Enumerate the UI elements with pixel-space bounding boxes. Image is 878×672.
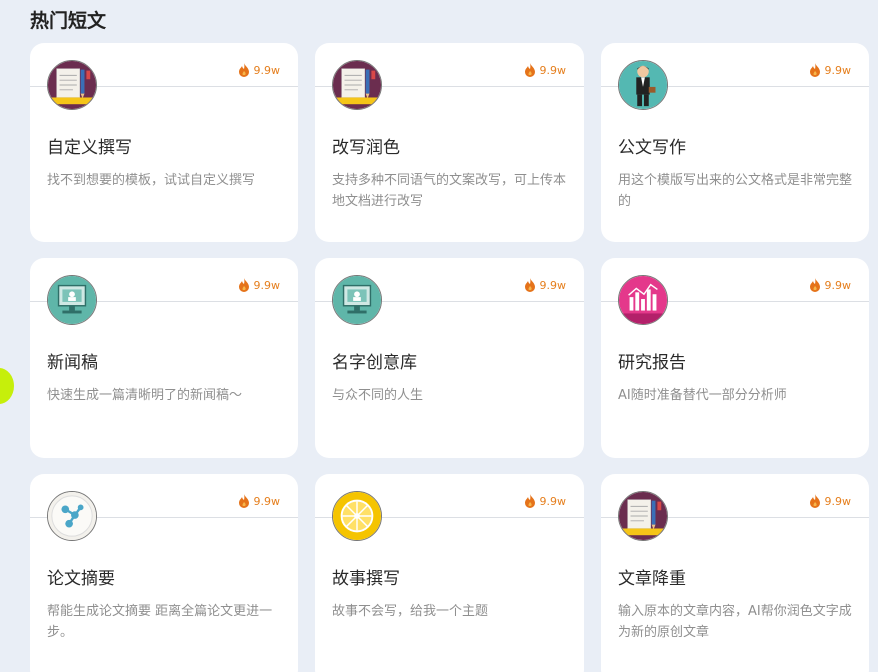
card-description: 支持多种不同语气的文案改写，可上传本地文档进行改写 [332, 173, 567, 209]
card-title: 论文摘要 [47, 569, 115, 589]
popularity-count: 9.9w [539, 494, 567, 508]
card-description: AI随时准备替代一部分分析师 [618, 388, 787, 403]
card-grid: 9.9w 自定义撰写 找不到想要的模板，试试自定义撰写 9.9w 改写润色 支持… [30, 43, 869, 672]
popularity-badge: 9.9w [238, 63, 281, 77]
template-card[interactable]: 9.9w 故事撰写 故事不会写，给我一个主题 [315, 474, 584, 672]
notebook-pen-icon [47, 60, 97, 110]
template-card[interactable]: 9.9w 研究报告 AI随时准备替代一部分分析师 [601, 258, 869, 458]
popularity-badge: 9.9w [238, 494, 281, 508]
notebook-pen-icon [332, 60, 382, 110]
popularity-count: 9.9w [824, 494, 852, 508]
popularity-badge: 9.9w [524, 278, 567, 292]
popularity-count: 9.9w [253, 494, 281, 508]
popularity-count: 9.9w [824, 278, 852, 292]
flame-icon [238, 494, 250, 508]
flame-icon [809, 494, 821, 508]
template-card[interactable]: 9.9w 公文写作 用这个模版写出来的公文格式是非常完整的 [601, 43, 869, 242]
popularity-badge: 9.9w [524, 494, 567, 508]
flame-icon [809, 278, 821, 292]
card-description: 用这个模版写出来的公文格式是非常完整的 [618, 173, 853, 209]
card-title: 研究报告 [618, 353, 686, 373]
card-description: 输入原本的文章内容，AI帮你润色文字成为新的原创文章 [618, 604, 852, 640]
molecule-icon [47, 491, 97, 541]
lemon-slice-icon [332, 491, 382, 541]
businessman-icon [618, 60, 668, 110]
flame-icon [524, 278, 536, 292]
card-description: 与众不同的人生 [332, 388, 424, 403]
card-title: 公文写作 [618, 138, 686, 158]
popularity-badge: 9.9w [524, 63, 567, 77]
popularity-badge: 9.9w [809, 63, 852, 77]
card-title: 故事撰写 [332, 569, 400, 589]
flame-icon [238, 63, 250, 77]
popularity-badge: 9.9w [238, 278, 281, 292]
flame-icon [238, 278, 250, 292]
template-card[interactable]: 9.9w 论文摘要 帮能生成论文摘要 距离全篇论文更进一步。 [30, 474, 298, 672]
popularity-count: 9.9w [539, 63, 567, 77]
flame-icon [524, 63, 536, 77]
monitor-icon [47, 275, 97, 325]
bar-chart-icon [618, 275, 668, 325]
popularity-count: 9.9w [539, 278, 567, 292]
section-title: 热门短文 [30, 10, 107, 32]
cursor-indicator [0, 368, 14, 404]
card-title: 文章降重 [618, 569, 686, 589]
popularity-count: 9.9w [253, 63, 281, 77]
template-card[interactable]: 9.9w 名字创意库 与众不同的人生 [315, 258, 584, 458]
flame-icon [524, 494, 536, 508]
card-title: 自定义撰写 [47, 138, 132, 158]
card-title: 改写润色 [332, 138, 400, 158]
template-card[interactable]: 9.9w 新闻稿 快速生成一篇清晰明了的新闻稿～ [30, 258, 298, 458]
popularity-badge: 9.9w [809, 494, 852, 508]
popularity-count: 9.9w [253, 278, 281, 292]
flame-icon [809, 63, 821, 77]
template-card[interactable]: 9.9w 自定义撰写 找不到想要的模板，试试自定义撰写 [30, 43, 298, 242]
card-title: 新闻稿 [47, 353, 98, 373]
card-description: 帮能生成论文摘要 距离全篇论文更进一步。 [47, 604, 273, 640]
card-description: 找不到想要的模板，试试自定义撰写 [47, 173, 256, 188]
card-title: 名字创意库 [332, 353, 417, 373]
template-card[interactable]: 9.9w 文章降重 输入原本的文章内容，AI帮你润色文字成为新的原创文章 [601, 474, 869, 672]
card-description: 快速生成一篇清晰明了的新闻稿～ [47, 388, 243, 403]
monitor-icon [332, 275, 382, 325]
notebook-pen-icon [618, 491, 668, 541]
card-description: 故事不会写，给我一个主题 [332, 604, 489, 619]
popularity-badge: 9.9w [809, 278, 852, 292]
template-card[interactable]: 9.9w 改写润色 支持多种不同语气的文案改写，可上传本地文档进行改写 [315, 43, 584, 242]
popularity-count: 9.9w [824, 63, 852, 77]
